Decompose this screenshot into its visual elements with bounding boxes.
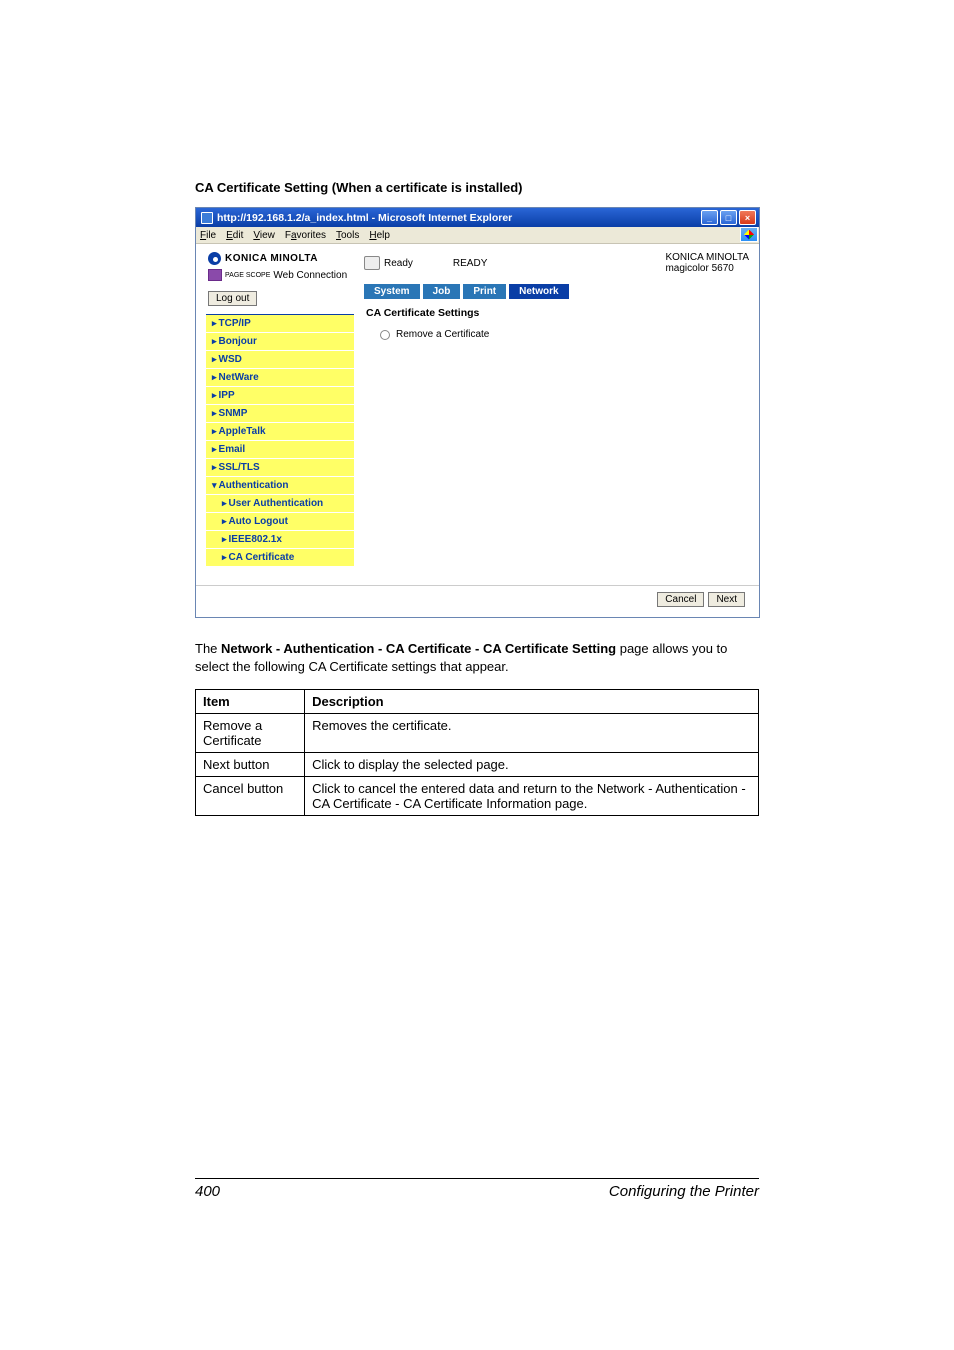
cell-desc: Click to cancel the entered data and ret… [305,777,759,816]
cell-item: Cancel button [196,777,305,816]
status-ready-label: Ready [384,258,413,269]
cell-item: Remove a Certificate [196,714,305,753]
menu-bar: File Edit View Favorites Tools Help [196,227,759,244]
table-row: Next button Click to display the selecte… [196,753,759,777]
cell-desc: Click to display the selected page. [305,753,759,777]
th-description: Description [305,690,759,714]
ie-icon [201,212,213,224]
brand-sub: Web Connection [273,270,347,281]
brand-name: KONICA MINOLTA [225,253,318,264]
menu-favorites[interactable]: Favorites [285,230,326,241]
table-row: Cancel button Click to cancel the entere… [196,777,759,816]
cell-item: Next button [196,753,305,777]
tab-bar: System Job Print Network [364,284,749,299]
nav-authentication[interactable]: Authentication [206,477,354,495]
th-item: Item [196,690,305,714]
nav-ipp[interactable]: IPP [206,387,354,405]
nav-netware[interactable]: NetWare [206,369,354,387]
nav-user-authentication[interactable]: User Authentication [206,495,354,513]
tab-job[interactable]: Job [423,284,461,299]
tab-network[interactable]: Network [509,284,568,299]
description-table: Item Description Remove a Certificate Re… [195,689,759,816]
window-titlebar: http://192.168.1.2/a_index.html - Micros… [196,208,759,227]
nav-wsd[interactable]: WSD [206,351,354,369]
status-vendor: KONICA MINOLTA [665,252,749,263]
brand-logo-icon [208,252,221,265]
panel-footer: Cancel Next [196,585,759,617]
panel-title: CA Certificate Settings [366,307,749,319]
nav-email[interactable]: Email [206,441,354,459]
footer-title: Configuring the Printer [609,1183,759,1200]
page-footer: 400 Configuring the Printer [195,1178,759,1200]
page-number: 400 [195,1183,220,1200]
next-button[interactable]: Next [708,592,745,607]
printer-icon [364,256,380,270]
close-button[interactable]: × [739,210,756,225]
status-model: magicolor 5670 [665,263,749,274]
cancel-button[interactable]: Cancel [657,592,704,607]
cell-desc: Removes the certificate. [305,714,759,753]
nav-bonjour[interactable]: Bonjour [206,333,354,351]
menu-edit[interactable]: Edit [226,230,243,241]
maximize-button[interactable]: □ [720,210,737,225]
nav-tcpip[interactable]: TCP/IP [206,315,354,333]
menu-file[interactable]: File [200,230,216,241]
intro-paragraph: The Network - Authentication - CA Certif… [195,640,759,675]
brand-block: KONICA MINOLTA PAGE SCOPE Web Connection [206,250,354,287]
nav-auto-logout[interactable]: Auto Logout [206,513,354,531]
tab-print[interactable]: Print [463,284,506,299]
minimize-button[interactable]: _ [701,210,718,225]
status-ready-caps: READY [453,258,487,269]
remove-certificate-label: Remove a Certificate [396,329,489,340]
section-title: CA Certificate Setting (When a certifica… [195,180,759,195]
nav-snmp[interactable]: SNMP [206,405,354,423]
nav-ieee8021x[interactable]: IEEE802.1x [206,531,354,549]
nav-ca-certificate[interactable]: CA Certificate [206,549,354,567]
side-nav: TCP/IP Bonjour WSD NetWare IPP SNMP Appl… [206,314,354,567]
remove-certificate-option[interactable]: Remove a Certificate [380,329,749,340]
table-header-row: Item Description [196,690,759,714]
status-row: Ready READY KONICA MINOLTA magicolor 567… [364,250,749,284]
table-row: Remove a Certificate Removes the certifi… [196,714,759,753]
menu-view[interactable]: View [253,230,275,241]
radio-icon[interactable] [380,330,390,340]
nav-appletalk[interactable]: AppleTalk [206,423,354,441]
window-title: http://192.168.1.2/a_index.html - Micros… [217,212,512,224]
ie-throbber-icon [740,227,758,242]
menu-tools[interactable]: Tools [336,230,359,241]
browser-window: http://192.168.1.2/a_index.html - Micros… [195,207,760,618]
logout-button[interactable]: Log out [208,291,257,306]
nav-ssltls[interactable]: SSL/TLS [206,459,354,477]
brand-sub-small: PAGE SCOPE [225,272,270,279]
menu-help[interactable]: Help [369,230,390,241]
tab-system[interactable]: System [364,284,420,299]
pagescope-icon [208,269,222,281]
